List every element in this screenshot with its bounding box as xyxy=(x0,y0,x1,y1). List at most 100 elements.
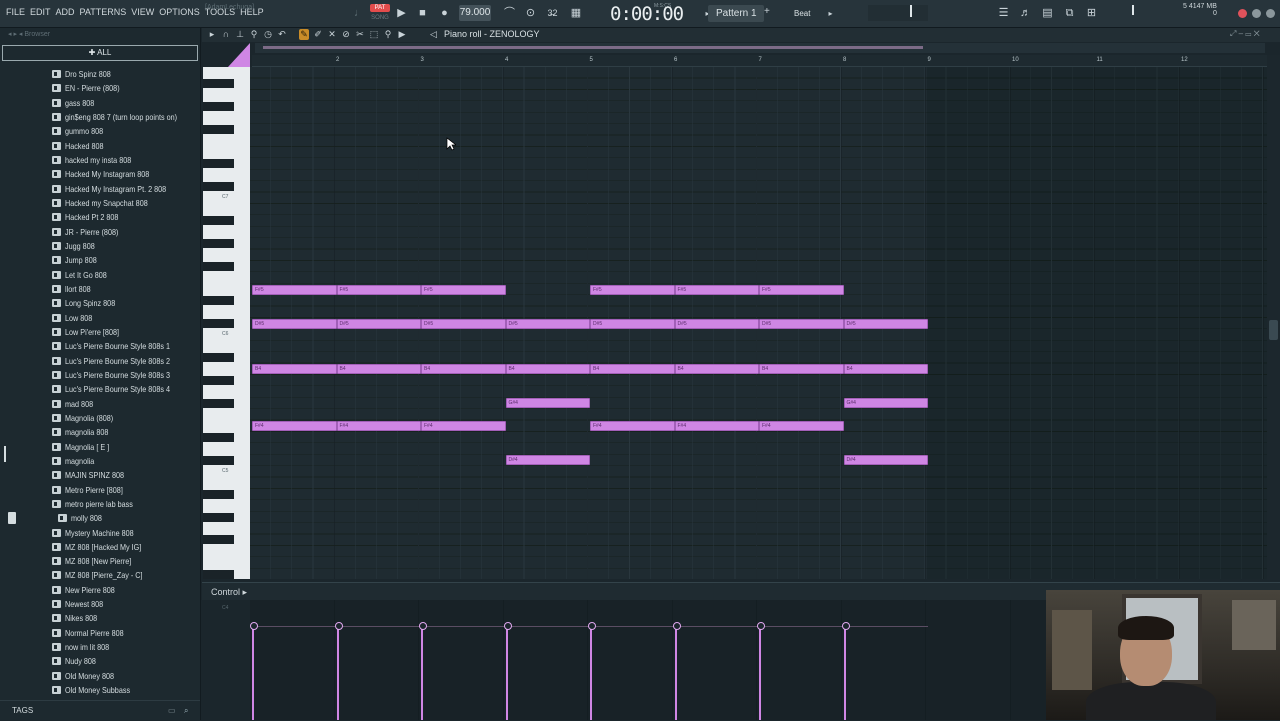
note[interactable]: B4 xyxy=(252,364,337,374)
browser-item[interactable]: Jugg 808 xyxy=(0,239,200,253)
browser-item[interactable]: hacked my insta 808 xyxy=(0,153,200,167)
piano-roll-title[interactable]: Piano roll - ZENOLOGY xyxy=(444,29,540,39)
note[interactable]: D#5 xyxy=(590,319,675,329)
loop-corner-marker[interactable] xyxy=(228,43,250,67)
note[interactable]: F#4 xyxy=(252,421,337,431)
control-target-selector[interactable]: Control ▸ xyxy=(211,587,247,598)
browser-item[interactable]: magnolia xyxy=(0,454,200,468)
menu-patterns[interactable]: PATTERNS xyxy=(80,7,127,17)
pattern-selector[interactable]: Pattern 1 xyxy=(708,5,764,22)
browser-item[interactable]: New Pierre 808 xyxy=(0,583,200,597)
browser-item[interactable]: Long Spinz 808 xyxy=(0,296,200,310)
black-key[interactable] xyxy=(203,569,234,579)
browser-item[interactable]: magnolia 808 xyxy=(0,425,200,439)
vertical-scrollbar[interactable] xyxy=(1267,55,1280,580)
browser-item[interactable]: Luc's Pierre Bourne Style 808s 1 xyxy=(0,339,200,353)
black-key[interactable] xyxy=(203,296,234,305)
black-key[interactable] xyxy=(203,79,234,89)
black-key[interactable] xyxy=(203,159,234,169)
stamp-icon[interactable]: ⊥ xyxy=(235,29,245,40)
note[interactable]: F#5 xyxy=(590,285,675,295)
brush-icon[interactable]: ✐ xyxy=(313,29,323,40)
time-ruler[interactable]: 2 3 4 5 6 7 8 9 10 11 12 xyxy=(252,55,1267,67)
scrollbar-thumb[interactable] xyxy=(1269,320,1278,340)
note[interactable]: B4 xyxy=(590,364,675,374)
black-key[interactable] xyxy=(203,398,234,408)
browser-item[interactable]: mad 808 xyxy=(0,397,200,411)
browser-item[interactable]: Nudy 808 xyxy=(0,654,200,668)
browser-scroll-marker[interactable] xyxy=(8,512,16,524)
snap-arrow-icon[interactable]: ▸ xyxy=(823,6,838,21)
note[interactable]: D#5 xyxy=(674,319,759,329)
close-icon[interactable] xyxy=(1238,9,1247,18)
browser-item[interactable]: metro pierre lab bass xyxy=(0,497,200,511)
note[interactable]: B4 xyxy=(336,364,421,374)
note[interactable]: D#4 xyxy=(505,455,590,465)
note[interactable]: D#5 xyxy=(505,319,590,329)
browser-item[interactable]: gummo 808 xyxy=(0,124,200,138)
browser-item[interactable]: molly 808 xyxy=(0,511,200,525)
browser-item[interactable]: Dro Spinz 808 xyxy=(0,67,200,81)
browser-item[interactable]: Nikes 808 xyxy=(0,611,200,625)
black-key[interactable] xyxy=(203,102,234,112)
black-key[interactable] xyxy=(203,239,234,248)
slice-icon[interactable]: ✂ xyxy=(355,29,365,40)
note[interactable]: G#4 xyxy=(505,398,590,408)
black-key[interactable] xyxy=(203,353,234,362)
stop-icon[interactable]: ■ xyxy=(415,6,430,21)
playback-icon[interactable]: ▶ xyxy=(397,29,407,40)
note[interactable]: B4 xyxy=(759,364,844,374)
browser-item[interactable]: Hacked My Instagram 808 xyxy=(0,167,200,181)
play-icon[interactable]: ▶ xyxy=(394,6,409,21)
browser-item[interactable]: Magnolia [ E ] xyxy=(0,440,200,454)
velocity-handle[interactable] xyxy=(841,622,850,720)
select-icon[interactable]: ⬚ xyxy=(369,29,379,40)
browser-item[interactable]: Luc's Pierre Bourne Style 808s 2 xyxy=(0,354,200,368)
black-key[interactable] xyxy=(203,535,234,545)
browser-item[interactable]: Mystery Machine 808 xyxy=(0,526,200,540)
velocity-handle[interactable] xyxy=(334,622,343,720)
browser-item[interactable]: Hacked Pt 2 808 xyxy=(0,210,200,224)
pat-label[interactable]: PAT xyxy=(370,4,390,12)
plugin-picker-icon[interactable]: ⊞ xyxy=(1084,6,1099,21)
browser-scrollbar[interactable] xyxy=(4,446,6,462)
record-icon[interactable]: ● xyxy=(437,6,452,21)
note[interactable]: D#5 xyxy=(843,319,928,329)
undo-icon[interactable]: ↶ xyxy=(277,29,287,40)
tempo-display[interactable]: 79.000 xyxy=(459,5,491,21)
piano-keyboard[interactable]: C7 C6 C5 C4 xyxy=(203,67,250,611)
note[interactable]: D#5 xyxy=(759,319,844,329)
add-pattern-button[interactable]: + xyxy=(764,6,770,17)
browser-item[interactable]: JR - Pierre (808) xyxy=(0,225,200,239)
black-key[interactable] xyxy=(203,216,234,226)
note[interactable]: F#5 xyxy=(674,285,759,295)
maximize-icon[interactable] xyxy=(1266,9,1275,18)
browser-item[interactable]: MZ 808 [New Pierre] xyxy=(0,554,200,568)
note[interactable]: B4 xyxy=(843,364,928,374)
note[interactable]: D#5 xyxy=(421,319,506,329)
browser-item[interactable]: Luc's Pierre Bourne Style 808s 3 xyxy=(0,368,200,382)
control-label[interactable]: Control xyxy=(211,587,240,597)
piano-roll-icon[interactable]: ♬ xyxy=(1018,6,1033,21)
metronome-toggle-icon[interactable]: ⌒ xyxy=(502,6,517,21)
menu-edit[interactable]: EDIT xyxy=(30,7,51,17)
black-key[interactable] xyxy=(203,432,234,442)
arrow-icon[interactable]: ▸ xyxy=(207,29,217,40)
menu-options[interactable]: OPTIONS xyxy=(159,7,200,17)
magnet-icon[interactable]: ∩ xyxy=(221,29,231,40)
browser-item[interactable]: Old Money 808 xyxy=(0,669,200,683)
black-key[interactable] xyxy=(203,375,234,385)
menu-add[interactable]: ADD xyxy=(56,7,75,17)
browser-nav-icon[interactable]: ◂ ▸ ◂ xyxy=(8,31,24,38)
note[interactable]: F#4 xyxy=(336,421,421,431)
playlist-icon[interactable]: ☰ xyxy=(996,6,1011,21)
browser-item[interactable]: Magnolia (808) xyxy=(0,411,200,425)
browser-item[interactable]: llort 808 xyxy=(0,282,200,296)
note[interactable]: G#4 xyxy=(843,398,928,408)
velocity-handle[interactable] xyxy=(419,622,427,720)
black-key[interactable] xyxy=(203,455,234,465)
browser-item[interactable]: Low 808 xyxy=(0,311,200,325)
song-label[interactable]: SONG xyxy=(370,14,390,22)
tags-label[interactable]: TAGS xyxy=(12,706,33,715)
clock-icon[interactable]: ◷ xyxy=(263,29,273,40)
